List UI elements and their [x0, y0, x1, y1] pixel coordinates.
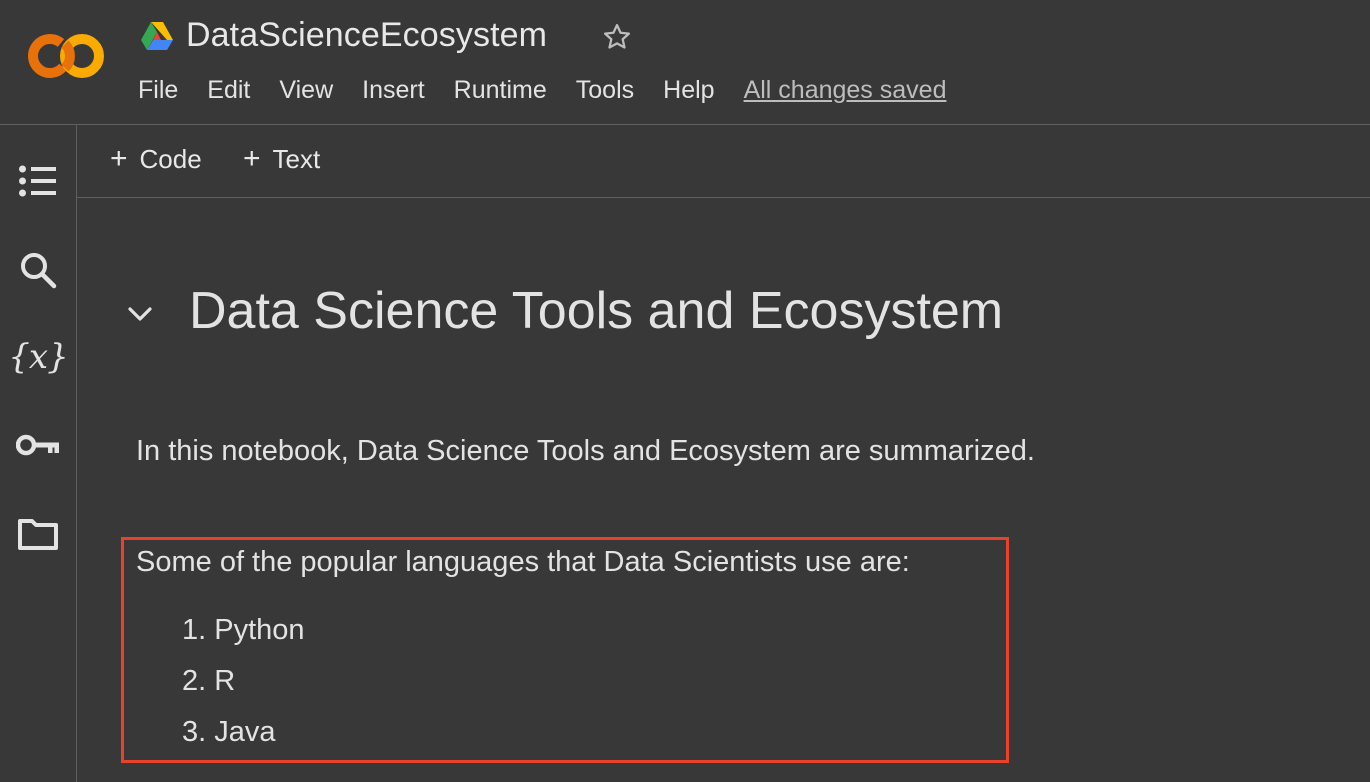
- menu-insert[interactable]: Insert: [362, 76, 425, 105]
- variables-button[interactable]: {x}: [8, 333, 68, 381]
- menu-edit[interactable]: Edit: [207, 76, 250, 105]
- languages-intro-text: Some of the popular languages that Data …: [136, 546, 910, 578]
- colab-logo[interactable]: [24, 30, 108, 82]
- plus-icon: +: [110, 141, 128, 175]
- search-button[interactable]: [14, 246, 62, 294]
- add-text-button[interactable]: + Text: [243, 141, 321, 175]
- google-drive-icon: [141, 22, 173, 50]
- variables-icon: {x}: [8, 337, 68, 377]
- secrets-button[interactable]: [14, 421, 62, 469]
- secrets-key-icon: [16, 434, 59, 456]
- plus-icon: +: [243, 141, 261, 175]
- save-status-link[interactable]: All changes saved: [744, 76, 947, 105]
- chevron-down-icon[interactable]: [124, 298, 156, 330]
- menu-tools[interactable]: Tools: [576, 76, 634, 105]
- files-button[interactable]: [14, 510, 62, 558]
- section-heading[interactable]: Data Science Tools and Ecosystem: [189, 281, 1003, 341]
- menu-help[interactable]: Help: [663, 76, 714, 105]
- search-icon: [21, 253, 57, 289]
- cell-toolbar: + Code + Text: [77, 125, 1370, 198]
- notebook-title[interactable]: DataScienceEcosystem: [186, 16, 547, 55]
- list-item: 3. Java: [182, 716, 276, 748]
- menu-bar: File Edit View Insert Runtime Tools Help…: [138, 76, 946, 105]
- table-of-contents-icon: [19, 165, 56, 197]
- list-item: 2. R: [182, 665, 236, 697]
- colab-app: DataScienceEcosystem File Edit View Inse…: [0, 0, 1370, 782]
- table-of-contents-button[interactable]: [14, 157, 62, 205]
- menu-runtime[interactable]: Runtime: [454, 76, 547, 105]
- header: DataScienceEcosystem File Edit View Inse…: [0, 0, 1370, 125]
- star-icon[interactable]: [600, 20, 634, 54]
- add-text-label: Text: [272, 144, 321, 174]
- add-code-label: Code: [139, 144, 202, 174]
- add-code-button[interactable]: + Code: [110, 141, 202, 175]
- menu-view[interactable]: View: [279, 76, 333, 105]
- intro-text: In this notebook, Data Science Tools and…: [136, 435, 1035, 467]
- files-folder-icon: [18, 519, 58, 550]
- list-item: 1. Python: [182, 614, 305, 646]
- left-rail: {x}: [0, 125, 77, 782]
- menu-file[interactable]: File: [138, 76, 178, 105]
